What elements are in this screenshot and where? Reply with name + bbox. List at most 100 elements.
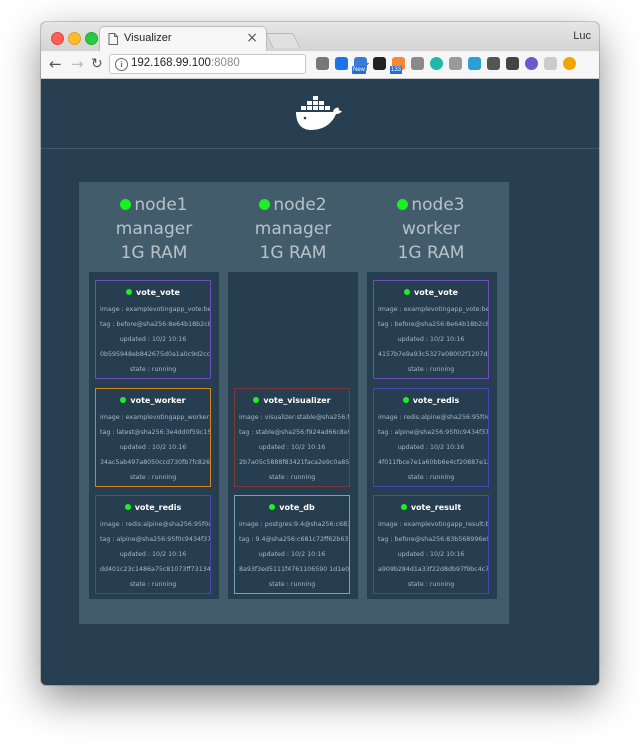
service-image: image : examplevotingapp_vote:before xyxy=(378,306,488,313)
service-card[interactable]: vote_redisimage : redis:alpine@sha256:95… xyxy=(373,388,489,487)
forward-button[interactable]: → xyxy=(71,55,84,73)
node-name: node1 xyxy=(85,193,223,217)
service-tag: tag : before@sha256:8e64b18b2c87c xyxy=(100,321,210,328)
ext-m-icon[interactable] xyxy=(430,57,443,70)
service-card[interactable]: vote_workerimage : examplevotingapp_work… xyxy=(95,388,211,487)
cast-icon[interactable] xyxy=(316,57,329,70)
pocket-icon[interactable] xyxy=(506,57,519,70)
service-id: 4f011fbce7e1a60bb6e4cf20887e122 xyxy=(378,459,488,466)
node-ram: 1G RAM xyxy=(259,243,327,263)
service-tag: tag : 9.4@sha256:c681c72ff62b637b5 xyxy=(239,536,349,543)
service-state: state : running xyxy=(129,474,177,481)
close-tab-icon[interactable]: × xyxy=(246,30,258,46)
running-status-dot xyxy=(253,397,260,403)
ext-swirl-icon[interactable] xyxy=(468,57,481,70)
service-name-text: vote_worker xyxy=(130,396,186,405)
service-name: vote_db xyxy=(235,503,349,512)
service-id: 2b7a05c5888f83421faca2e9c0a8506 xyxy=(239,459,349,466)
app-header xyxy=(41,79,599,149)
service-name: vote_vote xyxy=(374,288,488,297)
service-image: image : redis:alpine@sha256:95f0c94 xyxy=(100,521,210,528)
service-card[interactable]: vote_redis image : redis:alpine@sha256:95… xyxy=(95,495,211,594)
service-tag: tag : alpine@sha256:95f0c9434f37db xyxy=(378,429,488,436)
service-tag: tag : before@sha256:8e64b18b2c87c xyxy=(378,321,488,328)
service-state: state : running xyxy=(407,581,455,588)
service-updated: updated : 10/2 10:16 xyxy=(258,551,326,558)
service-updated: updated : 10/2 10:16 xyxy=(397,551,465,558)
ext-alert-icon[interactable] xyxy=(563,57,576,70)
reload-button[interactable]: ↻ xyxy=(91,55,103,73)
service-state: state : running xyxy=(129,581,177,588)
service-card[interactable]: vote_dbimage : postgres:9.4@sha256:c681c… xyxy=(234,495,350,594)
tab-visualizer[interactable]: Visualizer × xyxy=(99,26,267,51)
service-card[interactable]: vote_result image : examplevotingapp_resu… xyxy=(373,495,489,594)
back-button[interactable]: ← xyxy=(49,55,62,73)
ext-gray-icon[interactable] xyxy=(411,57,424,70)
node-header-node2: node2 manager 1G RAM xyxy=(224,193,362,265)
service-card[interactable]: vote_visualizer image : visualizer:stable… xyxy=(234,388,350,487)
running-status-dot xyxy=(124,504,131,510)
service-image: image : postgres:9.4@sha256:c681c7 xyxy=(239,521,349,528)
node-header-node3: node3 worker 1G RAM xyxy=(362,193,500,265)
running-status-dot xyxy=(120,397,127,403)
node-name: node2 xyxy=(224,193,362,217)
address-bar[interactable]: i 192.168.99.100:8080 xyxy=(109,54,369,74)
ext-cloud-icon[interactable] xyxy=(449,57,462,70)
profile-name[interactable]: Luc xyxy=(573,30,591,42)
cluster-grid: node1 manager 1G RAM vote_vote image : examp… xyxy=(79,182,509,624)
info-icon[interactable]: i xyxy=(115,58,128,71)
service-image: image : examplevotingapp_worker:latest xyxy=(100,414,210,421)
close-window-button[interactable] xyxy=(51,32,64,45)
node-name-text: node2 xyxy=(273,195,327,215)
node-name: node3 xyxy=(362,193,500,217)
url-text[interactable]: 192.168.99.100:8080 xyxy=(131,57,240,69)
node-role: manager xyxy=(254,219,332,239)
new-tab-button[interactable] xyxy=(265,33,301,48)
ext-ex-icon[interactable] xyxy=(544,57,557,70)
browser-toolbar: ← → ↻ i 192.168.99.100:8080 New 133 xyxy=(41,51,599,79)
service-card[interactable]: vote_voteimage : examplevotingapp_vote:b… xyxy=(95,280,211,379)
service-name: vote_vote xyxy=(96,288,210,297)
url-port: :8080 xyxy=(210,57,240,69)
node-status-dot xyxy=(259,199,271,210)
service-updated: updated : 10/2 10:16 xyxy=(119,551,187,558)
running-status-dot xyxy=(126,289,133,295)
running-status-dot xyxy=(269,504,276,510)
service-name-text: vote_db xyxy=(279,503,315,512)
service-state: state : running xyxy=(268,474,316,481)
service-updated: updated : 10/2 10:16 xyxy=(119,336,187,343)
extension-badge: New xyxy=(352,66,367,74)
service-card[interactable]: vote_voteimage : examplevotingapp_vote:b… xyxy=(373,280,489,379)
running-status-dot xyxy=(404,289,411,295)
service-tag: tag : latest@sha256:3e4dd0f59c15f43 xyxy=(100,429,210,436)
service-state: state : running xyxy=(407,366,455,373)
visualizer-app: node1 manager 1G RAM vote_vote image : examp… xyxy=(41,79,599,685)
minimize-window-button[interactable] xyxy=(68,32,81,45)
node-ram: 1G RAM xyxy=(397,243,465,263)
browser-window: Visualizer × Luc ← → ↻ i 192.168.99.100:… xyxy=(41,22,599,685)
service-name: vote_worker xyxy=(96,396,210,405)
service-image: image : examplevotingapp_vote:before xyxy=(100,306,210,313)
service-id: dd401c23c1486a75c81073ff73134b3 xyxy=(100,566,210,573)
ext-purple-icon[interactable] xyxy=(525,57,538,70)
service-updated: updated : 10/2 10:16 xyxy=(397,336,465,343)
ext-y-icon[interactable] xyxy=(335,57,348,70)
eyedropper-icon[interactable] xyxy=(487,57,500,70)
service-name-text: vote_redis xyxy=(412,396,460,405)
service-name: vote_redis xyxy=(374,396,488,405)
service-image: image : redis:alpine@sha256:95f0c94 xyxy=(378,414,488,421)
service-tag: tag : before@sha256:83b568996e930 xyxy=(378,536,488,543)
zoom-window-button[interactable] xyxy=(85,32,98,45)
node-column-node1: vote_voteimage : examplevotingapp_vote:b… xyxy=(89,272,219,599)
service-name: vote_result xyxy=(374,503,488,512)
service-id: 34ac5ab497a8050ccd730fb7fc826b7 xyxy=(100,459,210,466)
node-header-node1: node1 manager 1G RAM xyxy=(85,193,223,265)
node-name-text: node1 xyxy=(134,195,188,215)
service-state: state : running xyxy=(268,581,316,588)
service-id: a909b284d1a33f22d8db97f9bc4c7c6 xyxy=(378,566,488,573)
node-status-dot xyxy=(120,199,132,210)
service-updated: updated : 10/2 10:16 xyxy=(258,444,326,451)
ext-amazon-icon[interactable] xyxy=(373,57,386,70)
running-status-dot xyxy=(402,397,409,403)
service-tag: tag : stable@sha256:f924ad66c8e94b xyxy=(239,429,349,436)
